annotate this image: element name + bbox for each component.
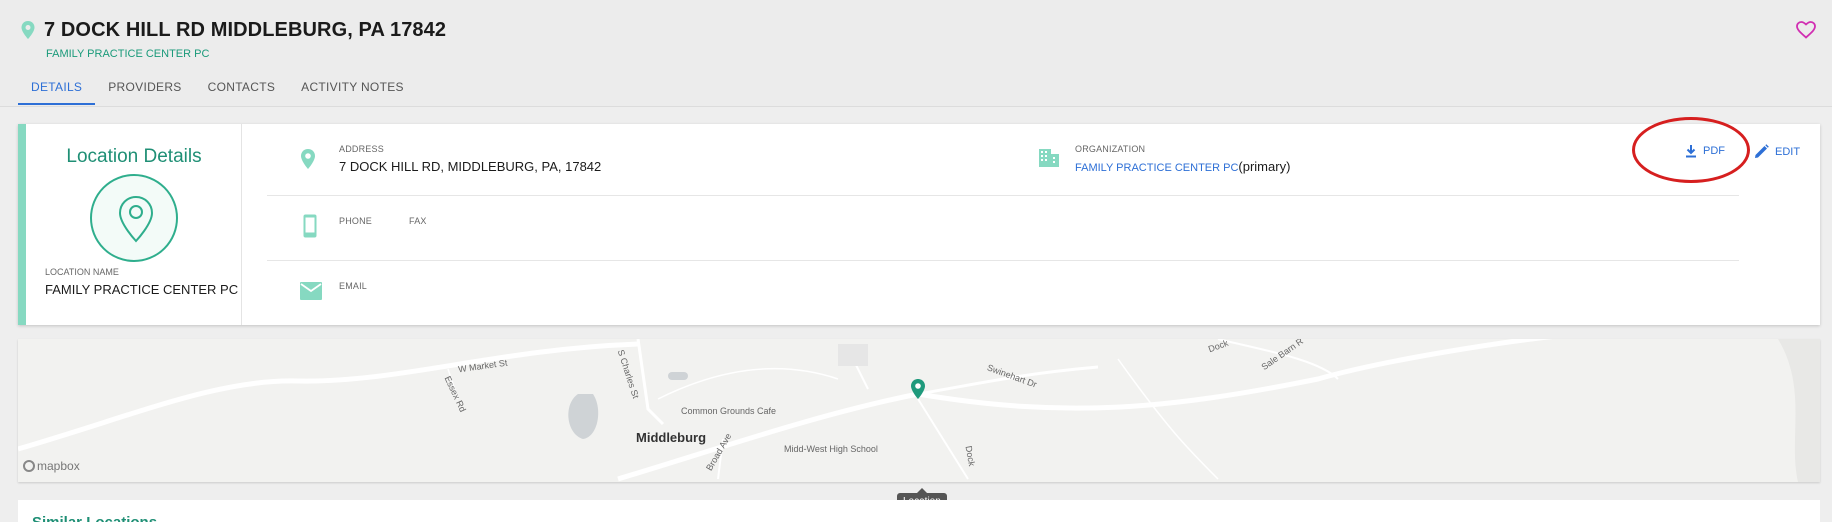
mapbox-logo-icon [23,460,35,472]
address-label: ADDRESS [339,144,384,154]
email-label: EMAIL [339,281,368,291]
location-avatar [90,174,178,262]
panel-title: Location Details [66,146,202,167]
map-town-label: Middleburg [636,430,707,445]
row-divider [267,260,1739,261]
mapbox-logo-text: mapbox [37,459,80,473]
download-icon [1686,145,1696,158]
tab-contacts[interactable]: CONTACTS [208,76,276,105]
tab-bar: DETAILS PROVIDERS CONTACTS ACTIVITY NOTE… [18,76,430,107]
fax-label: FAX [409,216,427,226]
email-envelope-icon [300,282,322,300]
location-details-card: Location Details LOCATION NAME FAMILY PR… [18,124,1820,325]
page-subtitle: FAMILY PRACTICE CENTER PC [46,48,210,60]
pdf-button-label: PDF [1703,145,1725,157]
pdf-button[interactable]: PDF [1685,144,1725,158]
tab-details[interactable]: DETAILS [18,76,96,105]
address-pin-icon [301,149,315,169]
page-header: 7 DOCK HILL RD MIDDLEBURG, PA 17842 FAMI… [0,0,1832,107]
edit-button[interactable]: EDIT [1754,144,1800,159]
location-pin-outline-icon [118,195,154,243]
favorite-heart-icon[interactable] [1796,21,1816,39]
organization-building-icon [1039,149,1059,167]
location-name-value: FAMILY PRACTICE CENTER PC [45,282,239,297]
location-summary-panel: Location Details LOCATION NAME FAMILY PR… [26,124,242,325]
row-divider [267,195,1739,196]
edit-button-label: EDIT [1775,145,1801,158]
mapbox-logo[interactable]: mapbox [23,459,80,473]
similar-locations-section: Similar Locations [18,500,1820,522]
map-place-label: Midd-West High School [784,444,878,454]
tab-activity-notes[interactable]: ACTIVITY NOTES [301,76,404,105]
map-marker-icon[interactable] [910,378,926,400]
page-title: 7 DOCK HILL RD MIDDLEBURG, PA 17842 [44,19,447,41]
phone-icon [303,214,317,238]
location-name-label: LOCATION NAME [45,267,119,277]
organization-label: ORGANIZATION [1075,144,1146,154]
tab-providers[interactable]: PROVIDERS [108,76,181,105]
map-place-label: Common Grounds Cafe [681,406,777,416]
location-pin-icon [21,21,35,39]
pencil-icon [1755,144,1769,158]
address-value: 7 DOCK HILL RD, MIDDLEBURG, PA, 17842 [339,159,602,174]
location-map[interactable]: W Market St S Charles St Essex Rd Swineh… [18,339,1820,482]
section-title: Similar Locations [32,514,157,522]
organization-suffix: (primary) [1238,159,1291,174]
phone-label: PHONE [339,216,373,226]
organization-link[interactable]: FAMILY PRACTICE CENTER PC [1075,162,1238,174]
map-roads [18,339,1820,482]
organization-value: FAMILY PRACTICE CENTER PC(primary) [1075,159,1290,174]
